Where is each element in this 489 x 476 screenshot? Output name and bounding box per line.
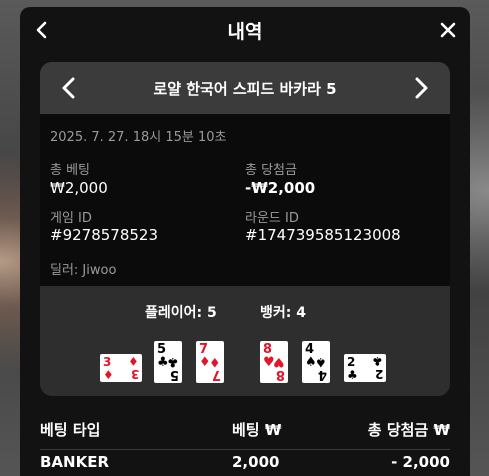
player-card-3: 7 ♦ 7 ♦ <box>196 341 224 383</box>
card-suit: ♣ <box>372 354 383 368</box>
table-row: BANKER 2,000 - 2,000 <box>40 449 450 476</box>
game-id-value: #9278578523 <box>50 226 159 244</box>
card-rank: 5 <box>169 367 179 382</box>
modal-title: 내역 <box>227 21 263 43</box>
game-id-label: 게임 ID <box>50 211 92 226</box>
banker-card-3: 2 ♣ 2 ♣ <box>344 354 386 382</box>
player-score: 플레이어: 5 <box>145 305 217 321</box>
row-bet: 2,000 <box>232 453 280 471</box>
header-bet-type: 베팅 타입 <box>40 421 101 439</box>
card-suit: ♥ <box>273 354 285 369</box>
modal-header: 내역 <box>20 7 470 53</box>
total-bet-value: ₩2,000 <box>50 179 108 197</box>
chevron-right-icon <box>415 77 428 99</box>
round-id-value: #174739585123008 <box>245 226 401 244</box>
total-win-value: -₩2,000 <box>245 179 316 197</box>
round-details: 2025. 7. 27. 18시 15분 10초 총 베팅 ₩2,000 총 당… <box>40 114 450 286</box>
row-bet-type: BANKER <box>40 453 110 471</box>
card-rank: 3 <box>130 367 139 381</box>
player-card-1: 3 ♦ 3 ♦ <box>100 354 142 382</box>
card-suit: ♠ <box>315 354 327 369</box>
card-suit: ♦ <box>128 354 139 368</box>
game-nav: 로얄 한국어 스피드 바카라 5 <box>40 62 450 114</box>
banker-score: 뱅커: 4 <box>260 305 306 321</box>
history-modal: 내역 로얄 한국어 스피드 바카라 5 2025. 7. 27. 18시 15분… <box>20 7 470 476</box>
card-rank: 2 <box>374 367 383 381</box>
game-history-card: 로얄 한국어 스피드 바카라 5 2025. 7. 27. 18시 15분 10… <box>40 62 450 396</box>
header-win: 총 당첨금 ₩ <box>367 421 450 439</box>
card-rank: 7 <box>211 367 221 382</box>
card-suit: ♦ <box>209 354 221 369</box>
dealer-label: 딜러: Jiwoo <box>50 263 117 278</box>
banker-card-1: 8 ♥ 8 ♥ <box>260 341 288 383</box>
game-title: 로얄 한국어 스피드 바카라 5 <box>153 80 337 98</box>
card-suit: ♣ <box>167 354 179 369</box>
timestamp: 2025. 7. 27. 18시 15분 10초 <box>50 130 227 145</box>
banker-card-2: 4 ♠ 4 ♠ <box>302 341 330 383</box>
next-game-button[interactable] <box>410 76 432 100</box>
row-win: - 2,000 <box>391 453 450 471</box>
close-icon[interactable] <box>438 20 458 40</box>
header-bet: 베팅 ₩ <box>232 421 282 439</box>
player-card-2: 5 ♣ 5 ♣ <box>154 341 182 383</box>
card-suit: ♣ <box>347 368 358 382</box>
round-id-label: 라운드 ID <box>245 211 299 226</box>
card-rank: 4 <box>317 367 327 382</box>
total-win-label: 총 당첨금 <box>245 163 297 178</box>
card-rank: 8 <box>275 367 285 382</box>
total-bet-label: 총 베팅 <box>50 163 91 178</box>
card-suit: ♦ <box>103 368 114 382</box>
round-results: 플레이어: 5 뱅커: 4 3 ♦ 3 ♦ 5 ♣ 5 ♣ 7 ♦ 7 ♦ 8 ♥ 8 ♥ 4 ♠ 4 ♠ 2 ♣ 2 ♣ <box>40 286 450 396</box>
bet-table-header: 베팅 타입 베팅 ₩ 총 당첨금 ₩ <box>40 419 450 450</box>
